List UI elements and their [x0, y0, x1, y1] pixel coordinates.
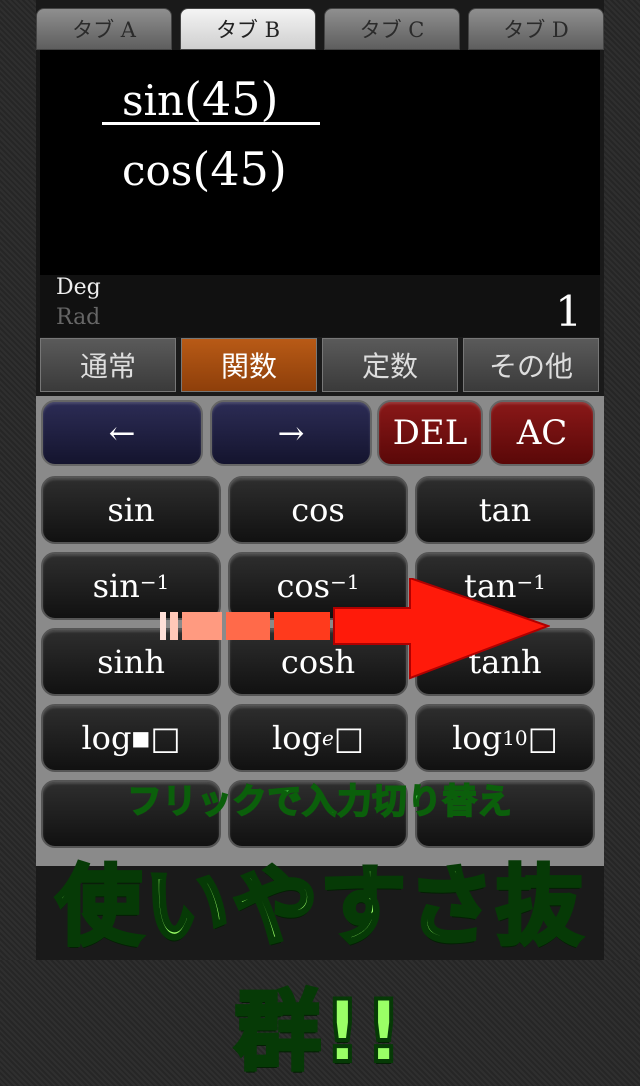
- numerator-close-paren: ): [260, 72, 279, 126]
- deg-mode-label[interactable]: Deg: [56, 275, 101, 300]
- expression-display: sin(45) cos(45): [40, 50, 600, 275]
- result-value: 1: [555, 287, 582, 336]
- denominator-open-paren: (: [192, 142, 211, 196]
- cursor-left-button[interactable]: ←: [41, 400, 203, 466]
- sin-key[interactable]: sin: [41, 476, 221, 544]
- log-base-box: □: [150, 719, 181, 757]
- denominator-func: cos: [122, 146, 193, 195]
- mode-function[interactable]: 関数: [181, 338, 317, 392]
- flick-arrow-icon: [160, 578, 550, 680]
- tab-c[interactable]: タブ C: [324, 8, 460, 50]
- log10-box: □: [527, 719, 558, 757]
- promo-headline: 使いやすさ抜群!!: [54, 855, 584, 1084]
- tan-key[interactable]: tan: [415, 476, 595, 544]
- log-base-label: log: [81, 719, 132, 757]
- numerator: sin(45): [122, 76, 279, 122]
- mode-constant[interactable]: 定数: [322, 338, 458, 392]
- numerator-arg: 45: [202, 72, 261, 126]
- tab-bar: タブ A タブ B タブ C タブ D: [36, 8, 604, 50]
- arcsin-base: sin: [92, 567, 140, 605]
- ln-key[interactable]: log e □: [228, 704, 408, 772]
- numerator-open-paren: (: [184, 72, 202, 126]
- tab-b[interactable]: タブ B: [180, 8, 316, 50]
- tab-d[interactable]: タブ D: [468, 8, 604, 50]
- log10-sub: 10: [502, 726, 528, 750]
- numerator-func: sin: [122, 76, 185, 125]
- delete-button[interactable]: DEL: [377, 400, 483, 466]
- ln-label: log: [271, 719, 322, 757]
- mode-normal[interactable]: 通常: [40, 338, 176, 392]
- flick-caption: フリックで入力切り替え: [127, 781, 513, 823]
- log10-key[interactable]: log 10 □: [415, 704, 595, 772]
- mode-bar: 通常 関数 定数 その他: [40, 338, 600, 394]
- log-base-sub: ■: [131, 726, 151, 750]
- log-base-key[interactable]: log ■ □: [41, 704, 221, 772]
- cursor-right-button[interactable]: →: [210, 400, 372, 466]
- fraction-bar: [102, 122, 320, 125]
- tab-a[interactable]: タブ A: [36, 8, 172, 50]
- denominator: cos(45): [122, 146, 287, 192]
- all-clear-button[interactable]: AC: [489, 400, 595, 466]
- log10-label: log: [452, 719, 503, 757]
- cos-key[interactable]: cos: [228, 476, 408, 544]
- status-bar: Deg Rad 1: [40, 275, 600, 337]
- denominator-arg: 45: [210, 142, 269, 196]
- denominator-close-paren: ): [268, 142, 287, 196]
- ln-box: □: [333, 719, 365, 757]
- ln-sub: e: [321, 726, 334, 750]
- rad-mode-label[interactable]: Rad: [56, 305, 100, 330]
- mode-other[interactable]: その他: [463, 338, 599, 392]
